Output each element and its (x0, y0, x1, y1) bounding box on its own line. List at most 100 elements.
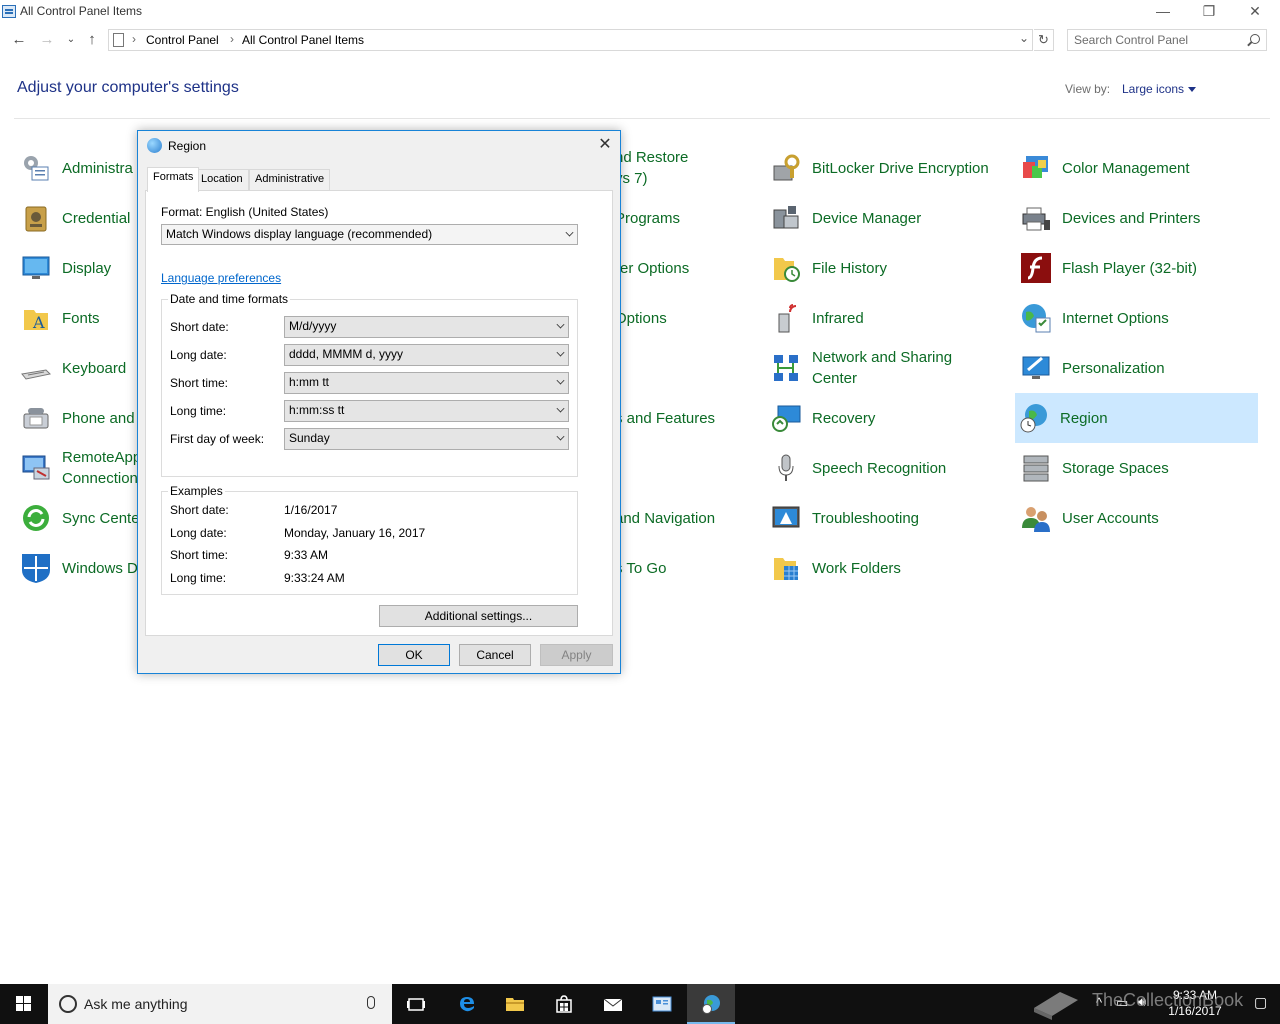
cp-item-bitlocker[interactable]: BitLocker Drive Encryption (767, 143, 1012, 193)
view-by-value[interactable]: Large icons (1122, 82, 1184, 96)
breadcrumb-all-items[interactable]: All Control Panel Items (242, 33, 364, 47)
cp-item-storage-spaces[interactable]: Storage Spaces (1017, 443, 1257, 493)
long-time-select[interactable]: h:mm:ss tt (284, 400, 569, 422)
cp-item-internet-options[interactable]: Internet Options (1017, 293, 1257, 343)
cp-item-label[interactable]: Keyboard (62, 358, 126, 379)
caret-down-icon[interactable] (1188, 87, 1197, 93)
file-explorer-taskbar-button[interactable] (491, 984, 539, 1024)
minimize-button[interactable]: — (1140, 0, 1186, 24)
first-day-select[interactable]: Sunday (284, 428, 569, 450)
recent-locations-chevron-icon[interactable]: ⌄ (62, 31, 80, 49)
chevron-right-icon[interactable]: › (230, 32, 234, 46)
chevron-down-icon[interactable] (556, 320, 565, 329)
cp-item-label[interactable]: File History (812, 258, 887, 279)
breadcrumb-control-panel[interactable]: Control Panel (146, 33, 219, 47)
cp-item-recovery[interactable]: Recovery (767, 393, 1012, 443)
close-button[interactable]: ✕ (1232, 0, 1278, 24)
format-select-value[interactable]: Match Windows display language (recommen… (166, 227, 432, 241)
cp-item-label[interactable]: rer Options (615, 258, 689, 279)
cancel-button[interactable]: Cancel (459, 644, 531, 666)
cp-item-label[interactable]: Recovery (812, 408, 875, 429)
long-date-value[interactable]: dddd, MMMM d, yyyy (289, 347, 403, 361)
tab-location[interactable]: Location (195, 169, 249, 190)
cp-item-personalization[interactable]: Personalization (1017, 343, 1257, 393)
store-taskbar-button[interactable] (540, 984, 588, 1024)
cp-item-label[interactable]: Programs (615, 208, 680, 229)
forward-arrow-icon[interactable]: → (38, 31, 56, 49)
language-preferences-link[interactable]: Language preferences (161, 271, 281, 285)
cp-item-label[interactable]: Sync Cente (62, 508, 140, 529)
short-time-value[interactable]: h:mm tt (289, 375, 329, 389)
cp-item-label[interactable]: s and Features (615, 408, 715, 429)
cp-item-label[interactable]: RemoteApp Connection (62, 447, 141, 489)
cp-item-label[interactable]: Options (615, 308, 667, 329)
ok-button[interactable]: OK (378, 644, 450, 666)
close-icon[interactable]: ✕ (594, 134, 616, 156)
cp-item-label[interactable]: Device Manager (812, 208, 921, 229)
cp-item-label[interactable]: Speech Recognition (812, 458, 946, 479)
cp-item-label[interactable]: and Navigation (615, 508, 715, 529)
search-input[interactable] (1074, 31, 1244, 49)
chevron-down-icon[interactable]: ⌄ (1019, 31, 1029, 45)
chevron-down-icon[interactable] (556, 404, 565, 413)
control-panel-taskbar-button[interactable] (638, 984, 686, 1024)
cp-item-troubleshooting[interactable]: Troubleshooting (767, 493, 1012, 543)
tab-formats[interactable]: Formats (147, 167, 200, 192)
cp-item-user-accounts[interactable]: User Accounts (1017, 493, 1257, 543)
cp-item-label[interactable]: Infrared (812, 308, 864, 329)
cp-item-label[interactable]: Flash Player (32-bit) (1062, 258, 1197, 279)
cortana-search-box[interactable]: Ask me anything (48, 984, 392, 1024)
microphone-icon[interactable] (367, 996, 375, 1009)
cp-item-file-history[interactable]: File History (767, 243, 1012, 293)
up-arrow-icon[interactable]: ↑ (83, 31, 101, 49)
cp-item-label[interactable]: Region (1060, 408, 1108, 429)
edge-taskbar-button[interactable] (443, 984, 491, 1024)
cp-item-label[interactable]: Credential (62, 208, 130, 229)
cp-item-region[interactable]: Region (1015, 393, 1258, 443)
cp-item-network-sharing-center[interactable]: Network and Sharing Center (767, 343, 1012, 393)
long-date-select[interactable]: dddd, MMMM d, yyyy (284, 344, 569, 366)
short-time-select[interactable]: h:mm tt (284, 372, 569, 394)
cp-item-label[interactable]: Personalization (1062, 358, 1165, 379)
format-select[interactable]: Match Windows display language (recommen… (161, 224, 578, 245)
cp-item-label[interactable]: Network and Sharing Center (812, 347, 952, 389)
chevron-down-icon[interactable] (556, 376, 565, 385)
cortana-search-text[interactable]: Ask me anything (84, 996, 188, 1012)
cp-item-devices-and-printers[interactable]: Devices and Printers (1017, 193, 1257, 243)
cp-item-label[interactable]: Phone and (62, 408, 135, 429)
tab-administrative[interactable]: Administrative (249, 169, 331, 190)
apply-button[interactable]: Apply (540, 644, 613, 666)
cp-item-label[interactable]: Devices and Printers (1062, 208, 1200, 229)
cp-item-label[interactable]: Windows D (62, 558, 138, 579)
cp-item-label[interactable]: Color Management (1062, 158, 1190, 179)
search-icon[interactable] (1250, 34, 1260, 44)
maximize-button[interactable]: ❐ (1186, 0, 1232, 24)
chevron-down-icon[interactable] (556, 432, 565, 441)
cp-item-color-management[interactable]: Color Management (1017, 143, 1257, 193)
task-view-button[interactable] (392, 984, 440, 1024)
cp-item-device-manager[interactable]: Device Manager (767, 193, 1012, 243)
cp-item-label[interactable]: Work Folders (812, 558, 901, 579)
first-day-value[interactable]: Sunday (289, 431, 330, 445)
long-time-value[interactable]: h:mm:ss tt (289, 403, 344, 417)
short-date-value[interactable]: M/d/yyyy (289, 319, 336, 333)
chevron-down-icon[interactable] (565, 228, 574, 237)
region-taskbar-button[interactable] (687, 984, 735, 1024)
cp-item-flash-player[interactable]: Flash Player (32-bit) (1017, 243, 1257, 293)
chevron-right-icon[interactable]: › (132, 32, 136, 46)
cp-item-work-folders[interactable]: Work Folders (767, 543, 1012, 593)
cp-item-label[interactable]: User Accounts (1062, 508, 1159, 529)
mail-taskbar-button[interactable] (589, 984, 637, 1024)
cp-item-label[interactable]: Administra (62, 158, 133, 179)
search-box[interactable] (1067, 29, 1267, 51)
cp-item-label[interactable]: nd Restore vs 7) (615, 147, 688, 189)
cp-item-label[interactable]: Display (62, 258, 111, 279)
cp-item-speech-recognition[interactable]: Speech Recognition (767, 443, 1012, 493)
back-arrow-icon[interactable]: ← (10, 31, 28, 49)
short-date-select[interactable]: M/d/yyyy (284, 316, 569, 338)
cp-item-label[interactable]: Troubleshooting (812, 508, 919, 529)
cp-item-label[interactable]: Fonts (62, 308, 100, 329)
cp-item-label[interactable]: s To Go (615, 558, 666, 579)
start-button[interactable] (0, 984, 48, 1024)
additional-settings-button[interactable]: Additional settings... (379, 605, 578, 627)
